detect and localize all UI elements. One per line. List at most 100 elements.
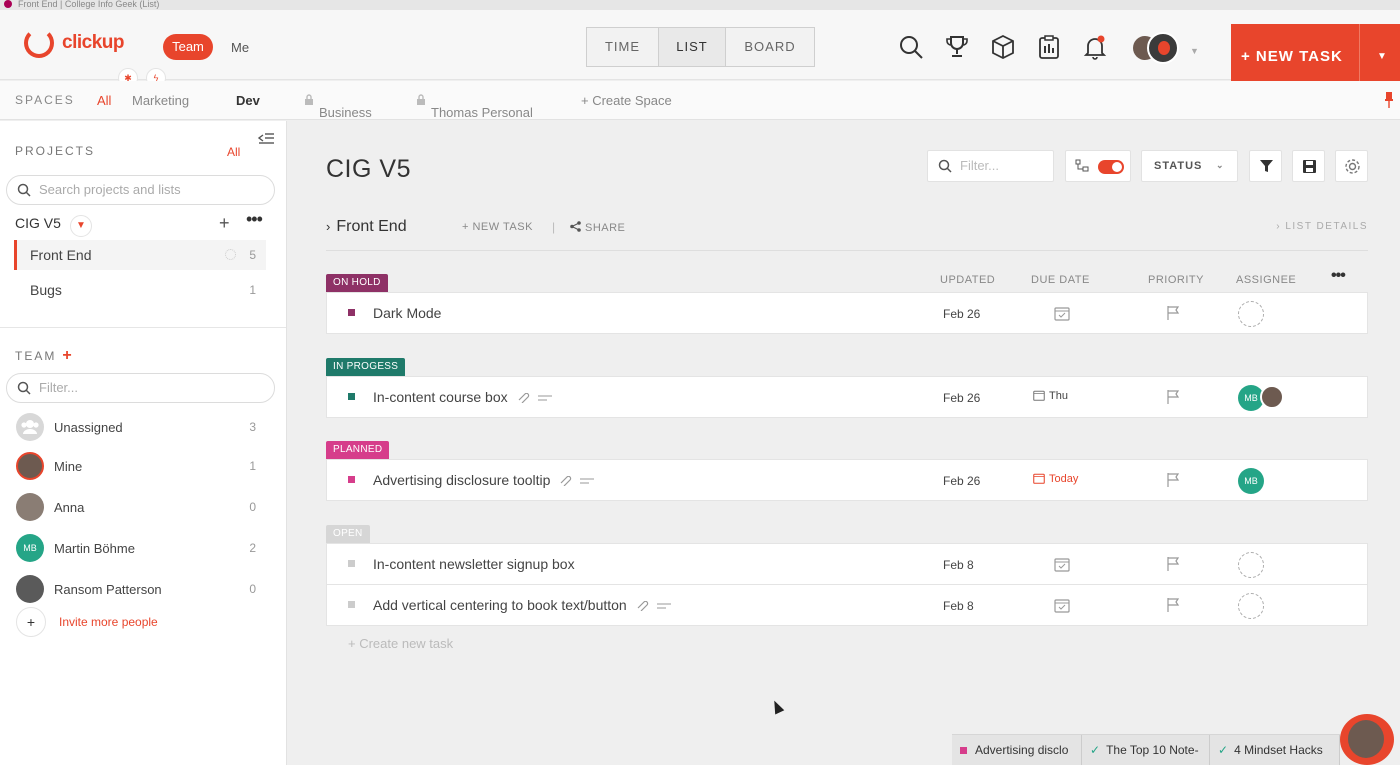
filter-button[interactable] <box>1249 150 1282 182</box>
column-priority[interactable]: PRIORITY <box>1148 274 1204 286</box>
avatar <box>1147 32 1179 64</box>
subtasks-toggle[interactable] <box>1065 150 1131 182</box>
collapse-sidebar-icon[interactable] <box>257 133 275 147</box>
projects-all-link[interactable]: All <box>227 145 240 159</box>
status-square[interactable] <box>348 393 355 400</box>
tray-task-3[interactable]: ✓ 4 Mindset Hacks <box>1210 735 1340 765</box>
bell-icon[interactable] <box>1082 34 1108 60</box>
task-row[interactable]: In-content newsletter signup box Feb 8 <box>326 543 1368 585</box>
me-toggle[interactable]: Me <box>231 40 249 55</box>
task-due-date[interactable]: Today <box>1033 472 1078 485</box>
trophy-icon[interactable] <box>944 34 970 60</box>
chevron-down-icon[interactable]: ▼ <box>1190 46 1199 56</box>
task-updated: Feb 26 <box>943 474 981 488</box>
space-business[interactable]: Business <box>304 93 372 120</box>
new-task-button[interactable]: + NEW TASK ▼ <box>1231 24 1400 89</box>
more-options-icon[interactable]: ••• <box>246 209 263 230</box>
add-list-button[interactable]: + <box>219 213 230 234</box>
status-group-label[interactable]: PLANNED <box>326 441 390 459</box>
space-all[interactable]: All <box>97 93 111 108</box>
user-avatar[interactable] <box>1133 28 1183 68</box>
bottom-tray: Advertising disclo ✓ The Top 10 Note- ✓ 4 … <box>952 734 1340 765</box>
team-toggle[interactable]: Team <box>163 34 213 60</box>
team-filter-input[interactable]: Filter... <box>6 373 275 403</box>
status-group-label[interactable]: IN PROGESS <box>326 358 406 376</box>
space-marketing[interactable]: Marketing <box>132 93 189 108</box>
status-square[interactable] <box>348 560 355 567</box>
clipboard-icon[interactable] <box>1036 34 1062 60</box>
flag-icon[interactable] <box>1166 389 1180 410</box>
status-square[interactable] <box>348 476 355 483</box>
chevron-down-icon[interactable]: ▼ <box>1377 24 1388 89</box>
task-title[interactable]: In-content course box <box>373 389 552 405</box>
calendar-icon[interactable] <box>1054 556 1070 575</box>
calendar-icon[interactable] <box>1054 305 1070 324</box>
member-anna[interactable]: Anna 0 <box>16 493 266 523</box>
list-details-link[interactable]: › LIST DETAILS <box>1276 221 1368 232</box>
status-square[interactable] <box>348 601 355 608</box>
flag-icon[interactable] <box>1166 597 1180 618</box>
flag-icon[interactable] <box>1166 305 1180 326</box>
add-assignee-icon[interactable] <box>1238 301 1264 327</box>
task-row[interactable]: Dark Mode Feb 26 <box>326 292 1368 334</box>
tray-task-1[interactable]: Advertising disclo <box>952 735 1082 765</box>
top-bar: clickup Team Me ✱ ϟ TIME LIST BOARD ▼ + … <box>0 10 1400 89</box>
pin-icon[interactable] <box>1385 92 1393 108</box>
space-dev[interactable]: Dev <box>236 93 260 108</box>
status-group-label[interactable]: OPEN <box>326 525 370 543</box>
list-item-front-end[interactable]: Front End 5 <box>14 240 266 270</box>
avatar[interactable]: MB <box>1238 468 1264 494</box>
task-row[interactable]: In-content course box Feb 26 Thu MB <box>326 376 1368 418</box>
task-row[interactable]: Add vertical centering to book text/butt… <box>326 584 1368 626</box>
tab-time[interactable]: TIME <box>587 28 659 66</box>
status-square[interactable] <box>348 309 355 316</box>
check-icon: ✓ <box>1090 743 1101 757</box>
create-space-button[interactable]: + Create Space <box>581 93 672 108</box>
settings-button[interactable] <box>1335 150 1368 182</box>
member-ransom-patterson[interactable]: Ransom Patterson 0 <box>16 575 266 605</box>
task-title[interactable]: Advertising disclosure tooltip <box>373 472 595 488</box>
member-mine[interactable]: Mine 1 <box>16 452 266 482</box>
logo[interactable]: clickup <box>24 28 124 58</box>
user-avatar[interactable] <box>1340 714 1394 765</box>
search-icon[interactable] <box>898 34 924 60</box>
status-square <box>960 747 967 754</box>
list-title[interactable]: › Front End <box>326 218 407 236</box>
calendar-icon <box>1033 473 1045 484</box>
add-assignee-icon[interactable] <box>1238 552 1264 578</box>
calendar-icon[interactable] <box>1054 597 1070 616</box>
list-new-task-link[interactable]: + NEW TASK <box>462 221 533 233</box>
status-dropdown[interactable]: STATUS ⌄ <box>1141 150 1238 182</box>
task-row[interactable]: Advertising disclosure tooltip Feb 26 To… <box>326 459 1368 501</box>
task-title[interactable]: Dark Mode <box>373 305 441 321</box>
flag-icon[interactable] <box>1166 472 1180 493</box>
create-new-task-link[interactable]: + Create new task <box>348 636 453 651</box>
status-group-label[interactable]: ON HOLD <box>326 274 388 292</box>
more-options-icon[interactable]: ••• <box>1331 267 1346 285</box>
task-title[interactable]: Add vertical centering to book text/butt… <box>373 597 671 613</box>
search-icon <box>938 159 952 173</box>
list-item-bugs[interactable]: Bugs 1 <box>14 275 266 305</box>
box-icon[interactable] <box>990 34 1016 60</box>
member-unassigned[interactable]: Unassigned 3 <box>16 413 266 443</box>
tab-list[interactable]: LIST <box>659 28 726 66</box>
task-title[interactable]: In-content newsletter signup box <box>373 556 575 572</box>
project-search-input[interactable]: Search projects and lists <box>6 175 275 205</box>
task-due-date[interactable]: Thu <box>1033 389 1068 402</box>
flag-icon[interactable] <box>1166 556 1180 577</box>
share-link[interactable]: SHARE <box>570 221 625 234</box>
add-assignee-icon[interactable] <box>1238 593 1264 619</box>
tab-board[interactable]: BOARD <box>726 28 814 66</box>
column-due-date[interactable]: DUE DATE <box>1031 274 1090 286</box>
task-filter-input[interactable]: Filter... <box>927 150 1054 182</box>
space-thomas-personal[interactable]: Thomas Personal <box>416 93 533 120</box>
column-updated[interactable]: UPDATED <box>940 274 995 286</box>
project-cig-v5[interactable]: CIG V5 ▼ + ••• <box>15 209 270 237</box>
column-assignee[interactable]: ASSIGNEE <box>1236 274 1296 286</box>
avatar[interactable] <box>1260 385 1284 409</box>
member-martin-bohme[interactable]: MB Martin Böhme 2 <box>16 534 266 564</box>
save-view-button[interactable] <box>1292 150 1325 182</box>
chevron-down-icon[interactable]: ▼ <box>70 215 92 237</box>
logo-text: clickup <box>62 32 124 53</box>
tray-task-2[interactable]: ✓ The Top 10 Note- <box>1082 735 1210 765</box>
